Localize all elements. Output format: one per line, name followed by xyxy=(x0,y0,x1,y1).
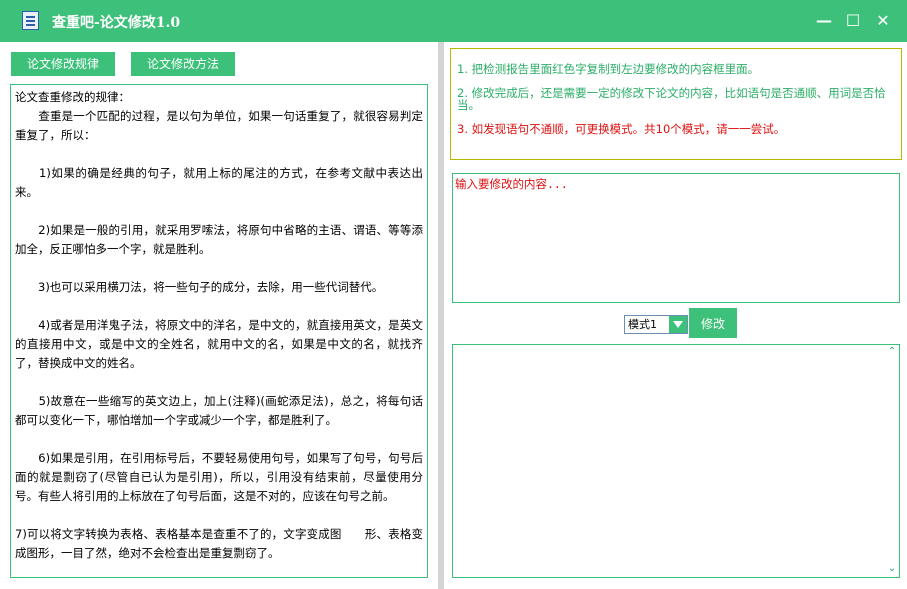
rules-paragraph: 4)或者是用洋鬼子法，将原文中的洋名，是中文的，就直接用英文，是英文的直接用中文… xyxy=(15,318,423,370)
mode-select-value: 模式1 xyxy=(628,318,657,331)
methods-button[interactable]: 论文修改方法 xyxy=(131,52,235,76)
content-input[interactable] xyxy=(453,174,899,302)
rules-paragraph: 查重是一个匹配的过程，是以句为单位，如果一句话重复了，就很容易判定重复了，所以： xyxy=(15,109,423,142)
mode-select[interactable]: 模式1 xyxy=(624,315,688,334)
left-panel: 论文修改规律 论文修改方法 论文查重修改的规律： 查重是一个匹配的过程，是以句为… xyxy=(0,42,438,589)
app-logo-icon xyxy=(22,11,39,30)
scroll-up-icon[interactable]: ⌃ xyxy=(887,347,897,357)
rules-paragraph: 1)如果的确是经典的句子，就用上标的尾注的方式，在参考文献中表达出来。 xyxy=(15,166,423,199)
output-text-area[interactable]: ⌃ ⌄ xyxy=(452,344,900,578)
modify-button[interactable]: 修改 xyxy=(689,308,737,338)
instruction-line: 3. 如发现语句不通顺，可更换模式。共10个模式，请一一尝试。 xyxy=(457,122,786,136)
instruction-line: 1. 把检测报告里面红色字复制到左边要修改的内容框里面。 xyxy=(457,62,760,76)
rules-paragraph: 2)如果是一般的引用，就采用罗嗦法，将原句中省略的主语、谓语、等等添加全，反正哪… xyxy=(15,223,423,256)
window-title: 查重吧-论文修改1.0 xyxy=(52,15,181,31)
right-panel: 1. 把检测报告里面红色字复制到左边要修改的内容框里面。 2. 修改完成后，还是… xyxy=(444,42,907,589)
close-button[interactable]: ✕ xyxy=(870,8,896,34)
rules-heading: 论文查重修改的规律： xyxy=(15,90,130,104)
instruction-line: 2. 修改完成后，还是需要一定的修改下论文的内容，比如语句是否通顺、用词是否恰当… xyxy=(457,86,886,112)
rules-text-area[interactable]: 论文查重修改的规律： 查重是一个匹配的过程，是以句为单位，如果一句话重复了，就很… xyxy=(10,84,428,578)
rules-paragraph: 3)也可以采用横刀法，将一些句子的成分，去除，用一些代词替代。 xyxy=(15,280,384,294)
maximize-button[interactable]: ☐ xyxy=(840,8,866,34)
rules-button[interactable]: 论文修改规律 xyxy=(11,52,115,76)
rules-paragraph: 5)故意在一些缩写的英文边上，加上(注释)(画蛇添足法)，总之，将每句话都可以变… xyxy=(15,394,423,427)
input-container xyxy=(452,173,900,303)
rules-paragraph: 7)可以将文字转换为表格、表格基本是查重不了的，文字变成图 形、表格变成图形，一… xyxy=(15,527,423,560)
minimize-button[interactable]: — xyxy=(811,8,837,34)
chevron-down-icon[interactable] xyxy=(669,316,687,333)
instructions-box: 1. 把检测报告里面红色字复制到左边要修改的内容框里面。 2. 修改完成后，还是… xyxy=(450,48,902,160)
rules-paragraph: 6)如果是引用，在引用标号后，不要轻易使用句号，如果写了句号，句号后面的就是剽窃… xyxy=(15,451,423,503)
scroll-down-icon[interactable]: ⌄ xyxy=(887,564,897,574)
title-bar[interactable]: 查重吧-论文修改1.0 — ☐ ✕ xyxy=(0,0,907,42)
